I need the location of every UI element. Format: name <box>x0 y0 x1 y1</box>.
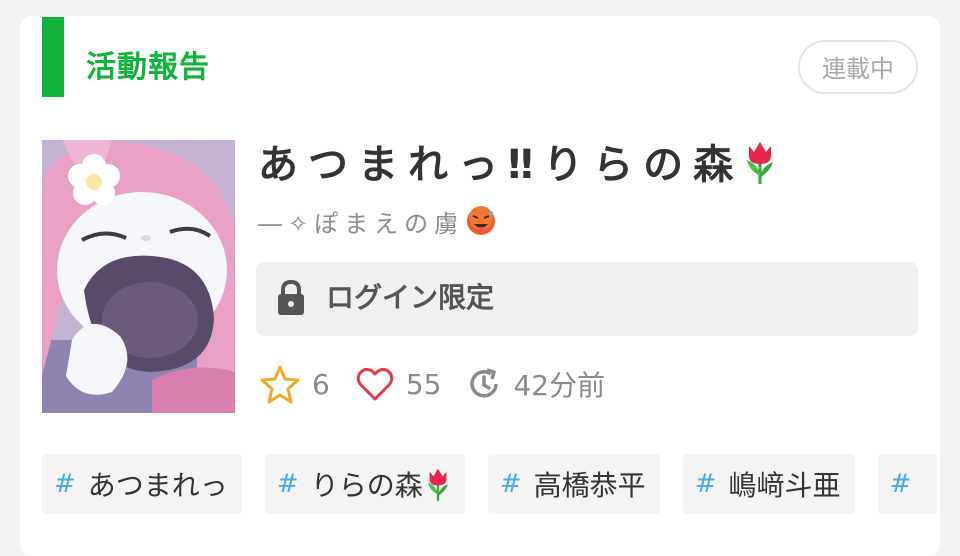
work-title[interactable]: あつまれっ‼りらの森 <box>258 140 777 196</box>
author-line[interactable]: ―✧ぽまえの虜 <box>258 206 496 245</box>
lock-icon <box>278 280 304 315</box>
tag-chip[interactable]: # あつまれっ <box>42 454 242 514</box>
tag-label: 高橋恭平 <box>533 469 646 502</box>
star-count[interactable]: 6 <box>260 364 330 404</box>
history-icon <box>470 368 499 398</box>
section-title: 活動報告 <box>86 50 210 85</box>
like-count-value: 55 <box>405 367 442 401</box>
activity-report-card[interactable]: 活動報告 連載中 あつまれっ‼りらの森 ―✧ぽまえの虜 ログイン限定 6 55 … <box>20 16 940 556</box>
work-thumbnail[interactable] <box>42 140 235 413</box>
updated-time: 42分前 <box>467 364 605 404</box>
updated-time-value: 42分前 <box>513 369 606 402</box>
tag-chip[interactable]: # 嶋﨑斗亜 <box>682 454 855 514</box>
hash-icon: # <box>694 469 717 499</box>
tag-label: あつまれっ <box>87 469 228 502</box>
tag-list: # あつまれっ # りらの森 # 高橋恭平 # 嶋﨑斗亜 # <box>42 454 940 514</box>
section-accent-bar <box>42 17 64 97</box>
thumbnail-image <box>42 140 235 413</box>
hash-icon: # <box>276 469 299 499</box>
work-stats: 6 55 42分前 <box>260 362 631 406</box>
tag-label: りらの森 <box>310 469 423 502</box>
star-icon <box>260 365 300 404</box>
author-name: ―✧ぽまえの虜 <box>258 210 465 238</box>
tag-chip[interactable]: # <box>877 454 938 514</box>
status-badge: 連載中 <box>798 40 918 94</box>
login-restricted-notice[interactable]: ログイン限定 <box>256 262 918 336</box>
hot-face-icon <box>466 206 496 245</box>
tag-label: 嶋﨑斗亜 <box>728 469 841 502</box>
hash-icon: # <box>499 469 522 499</box>
hash-icon: # <box>54 469 76 499</box>
login-restricted-label: ログイン限定 <box>326 281 495 314</box>
tulip-icon <box>743 140 777 196</box>
like-count[interactable]: 55 <box>356 366 442 402</box>
hash-icon: # <box>889 469 912 499</box>
tag-chip[interactable]: # 高橋恭平 <box>487 454 660 514</box>
tulip-icon <box>427 468 448 501</box>
star-count-value: 6 <box>312 367 330 401</box>
work-title-text: あつまれっ‼りらの森 <box>258 142 744 188</box>
heart-icon <box>356 367 394 401</box>
tag-chip[interactable]: # りらの森 <box>264 454 465 514</box>
